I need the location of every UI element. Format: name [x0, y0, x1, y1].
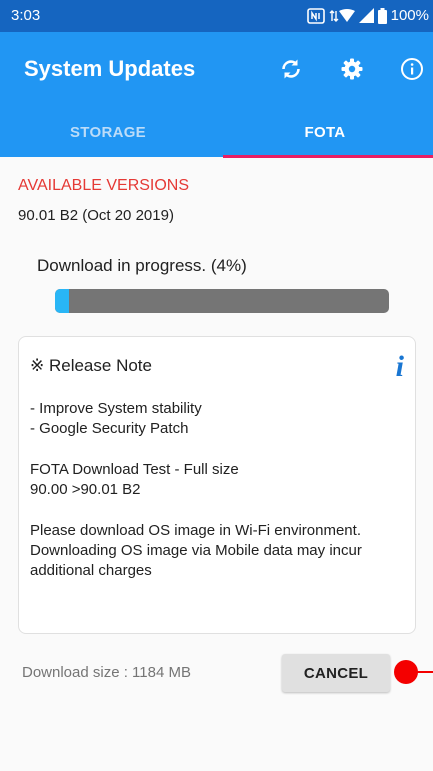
release-note-line: 90.00 >90.01 B2 [30, 481, 141, 498]
battery-percent: 100% [390, 7, 429, 24]
app-bar: System Updates [0, 32, 433, 107]
info-icon[interactable] [398, 55, 426, 83]
release-note-heading: ※ Release Note [30, 356, 152, 375]
release-note-line: additional charges [30, 562, 152, 579]
progress-label: Download in progress. (4%) [37, 256, 247, 275]
tab-bar: STORAGE FOTA [0, 107, 433, 157]
status-icons: 100% [306, 7, 429, 24]
release-note-info-icon[interactable]: i [396, 350, 404, 384]
settings-icon[interactable] [338, 55, 366, 83]
status-time: 3:03 [11, 7, 41, 24]
signal-icon [358, 8, 374, 23]
progress-bar [55, 289, 389, 313]
wifi-data-icon [329, 8, 355, 24]
progress-fill [55, 289, 69, 313]
tap-indicator-line [416, 671, 433, 673]
version-text: 90.01 B2 (Oct 20 2019) [18, 207, 174, 224]
battery-icon [377, 7, 387, 24]
release-note-card: ※ Release Note i - Improve System stabil… [18, 336, 416, 634]
available-versions-title: AVAILABLE VERSIONS [18, 177, 190, 194]
cancel-button[interactable]: CANCEL [282, 654, 390, 692]
nfc-icon [306, 7, 325, 24]
download-size: Download size : 1184 MB [22, 664, 191, 681]
release-note-line: Please download OS image in Wi-Fi enviro… [30, 522, 361, 539]
page-title: System Updates [24, 56, 196, 81]
tab-indicator [223, 155, 433, 158]
release-note-line: FOTA Download Test - Full size [30, 461, 239, 478]
release-note-line: - Google Security Patch [30, 420, 189, 437]
tab-fota[interactable]: FOTA [217, 107, 433, 157]
status-bar: 3:03 100% [0, 0, 433, 32]
release-note-body: - Improve System stability - Google Secu… [30, 399, 410, 602]
release-note-line: - Improve System stability [30, 400, 202, 417]
release-note-paragraph: - Improve System stability - Google Secu… [30, 399, 410, 439]
release-note-paragraph: Please download OS image in Wi-Fi enviro… [30, 521, 410, 581]
tap-indicator [394, 660, 418, 684]
refresh-icon[interactable] [277, 55, 305, 83]
release-note-line: Downloading OS image via Mobile data may… [30, 542, 362, 559]
tab-storage[interactable]: STORAGE [0, 107, 216, 157]
release-note-paragraph: FOTA Download Test - Full size 90.00 >90… [30, 460, 410, 500]
